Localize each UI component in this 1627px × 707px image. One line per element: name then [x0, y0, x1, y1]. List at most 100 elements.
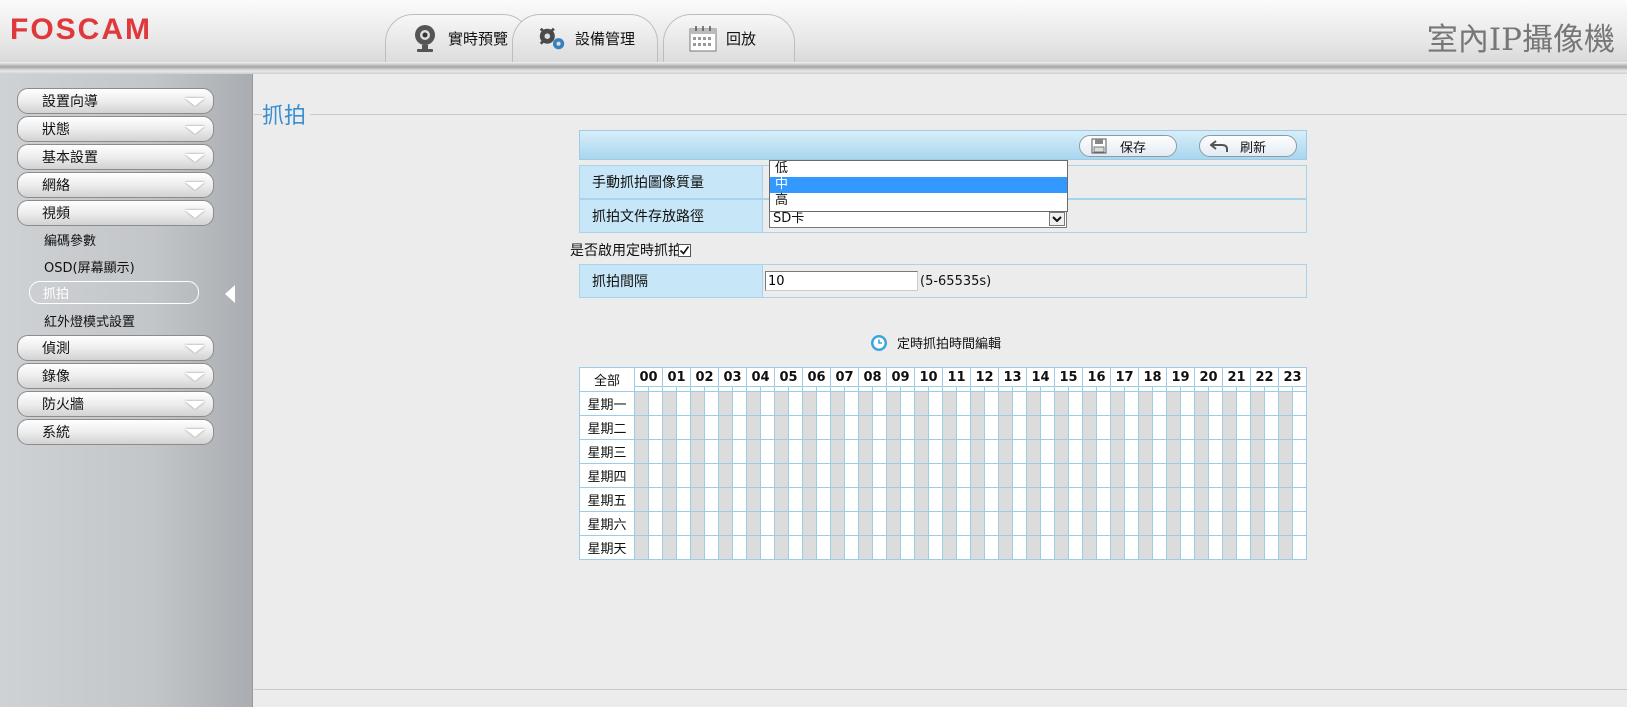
schedule-cell[interactable] — [816, 463, 831, 488]
schedule-cell[interactable] — [914, 511, 929, 536]
schedule-cell[interactable] — [732, 511, 747, 536]
schedule-cell[interactable] — [1236, 391, 1251, 416]
chevron-down-icon[interactable] — [1049, 212, 1065, 226]
schedule-cell[interactable] — [718, 415, 733, 440]
schedule-cell[interactable] — [1166, 415, 1181, 440]
schedule-cell[interactable] — [1250, 439, 1265, 464]
schedule-cell[interactable] — [900, 511, 915, 536]
schedule-cell[interactable] — [1166, 487, 1181, 512]
schedule-cell[interactable] — [830, 487, 845, 512]
schedule-cell[interactable] — [718, 463, 733, 488]
schedule-cell[interactable] — [774, 535, 789, 560]
schedule-hour-header[interactable]: 20 — [1194, 367, 1223, 387]
schedule-cell[interactable] — [1152, 415, 1167, 440]
schedule-cell[interactable] — [1236, 439, 1251, 464]
schedule-cell[interactable] — [1138, 439, 1153, 464]
schedule-cell[interactable] — [1124, 415, 1139, 440]
schedule-cell[interactable] — [788, 511, 803, 536]
schedule-cell[interactable] — [1082, 391, 1097, 416]
schedule-cell[interactable] — [1250, 535, 1265, 560]
schedule-cell[interactable] — [1026, 511, 1041, 536]
schedule-cell[interactable] — [872, 511, 887, 536]
schedule-cell[interactable] — [984, 535, 999, 560]
schedule-cell[interactable] — [1180, 391, 1195, 416]
schedule-cell[interactable] — [634, 463, 649, 488]
schedule-cell[interactable] — [648, 535, 663, 560]
schedule-cell[interactable] — [1278, 511, 1293, 536]
schedule-cell[interactable] — [1110, 439, 1125, 464]
schedule-cell[interactable] — [746, 463, 761, 488]
schedule-cell[interactable] — [746, 511, 761, 536]
schedule-hour-header[interactable]: 17 — [1110, 367, 1139, 387]
schedule-cell[interactable] — [900, 391, 915, 416]
schedule-cell[interactable] — [704, 535, 719, 560]
schedule-cell[interactable] — [718, 487, 733, 512]
schedule-cell[interactable] — [1208, 415, 1223, 440]
schedule-cell[interactable] — [844, 535, 859, 560]
schedule-hour-header[interactable]: 05 — [774, 367, 803, 387]
schedule-cell[interactable] — [942, 439, 957, 464]
schedule-cell[interactable] — [1110, 511, 1125, 536]
schedule-cell[interactable] — [1194, 487, 1209, 512]
schedule-day-label[interactable]: 星期五 — [579, 487, 635, 512]
schedule-cell[interactable] — [1180, 415, 1195, 440]
schedule-cell[interactable] — [1138, 391, 1153, 416]
interval-input[interactable] — [765, 271, 918, 291]
schedule-cell[interactable] — [1278, 415, 1293, 440]
schedule-cell[interactable] — [1054, 511, 1069, 536]
schedule-hour-header[interactable]: 11 — [942, 367, 971, 387]
schedule-cell[interactable] — [984, 391, 999, 416]
schedule-cell[interactable] — [1054, 463, 1069, 488]
schedule-cell[interactable] — [760, 511, 775, 536]
schedule-cell[interactable] — [1250, 487, 1265, 512]
schedule-cell[interactable] — [704, 463, 719, 488]
schedule-cell[interactable] — [760, 463, 775, 488]
schedule-hour-header[interactable]: 12 — [970, 367, 999, 387]
schedule-cell[interactable] — [1026, 487, 1041, 512]
schedule-cell[interactable] — [956, 535, 971, 560]
schedule-cell[interactable] — [1222, 463, 1237, 488]
schedule-cell[interactable] — [900, 535, 915, 560]
schedule-cell[interactable] — [662, 439, 677, 464]
schedule-cell[interactable] — [1194, 439, 1209, 464]
schedule-cell[interactable] — [690, 439, 705, 464]
schedule-cell[interactable] — [746, 415, 761, 440]
schedule-cell[interactable] — [928, 511, 943, 536]
schedule-cell[interactable] — [914, 487, 929, 512]
schedule-cell[interactable] — [984, 439, 999, 464]
schedule-cell[interactable] — [886, 391, 901, 416]
schedule-cell[interactable] — [788, 391, 803, 416]
schedule-hour-header[interactable]: 15 — [1054, 367, 1083, 387]
schedule-cell[interactable] — [1152, 535, 1167, 560]
schedule-cell[interactable] — [1236, 415, 1251, 440]
schedule-cell[interactable] — [662, 415, 677, 440]
schedule-cell[interactable] — [886, 535, 901, 560]
schedule-cell[interactable] — [634, 439, 649, 464]
schedule-cell[interactable] — [718, 535, 733, 560]
schedule-cell[interactable] — [886, 487, 901, 512]
schedule-cell[interactable] — [1026, 415, 1041, 440]
schedule-cell[interactable] — [1250, 391, 1265, 416]
schedule-cell[interactable] — [1124, 487, 1139, 512]
schedule-cell[interactable] — [1292, 415, 1307, 440]
schedule-cell[interactable] — [662, 391, 677, 416]
schedule-cell[interactable] — [1040, 391, 1055, 416]
sidebar-item-basic-settings[interactable]: 基本設置 — [17, 144, 214, 170]
schedule-cell[interactable] — [928, 535, 943, 560]
schedule-cell[interactable] — [928, 415, 943, 440]
sidebar-subitem-encoding[interactable]: 編碼參數 — [44, 230, 96, 249]
schedule-cell[interactable] — [942, 415, 957, 440]
schedule-hour-header[interactable]: 01 — [662, 367, 691, 387]
schedule-hour-header[interactable]: 14 — [1026, 367, 1055, 387]
schedule-cell[interactable] — [1236, 535, 1251, 560]
schedule-cell[interactable] — [802, 535, 817, 560]
schedule-cell[interactable] — [690, 535, 705, 560]
schedule-cell[interactable] — [858, 463, 873, 488]
schedule-cell[interactable] — [746, 391, 761, 416]
schedule-cell[interactable] — [858, 415, 873, 440]
schedule-cell[interactable] — [956, 391, 971, 416]
schedule-cell[interactable] — [914, 439, 929, 464]
schedule-hour-header[interactable]: 09 — [886, 367, 915, 387]
schedule-cell[interactable] — [1264, 391, 1279, 416]
schedule-cell[interactable] — [1264, 439, 1279, 464]
